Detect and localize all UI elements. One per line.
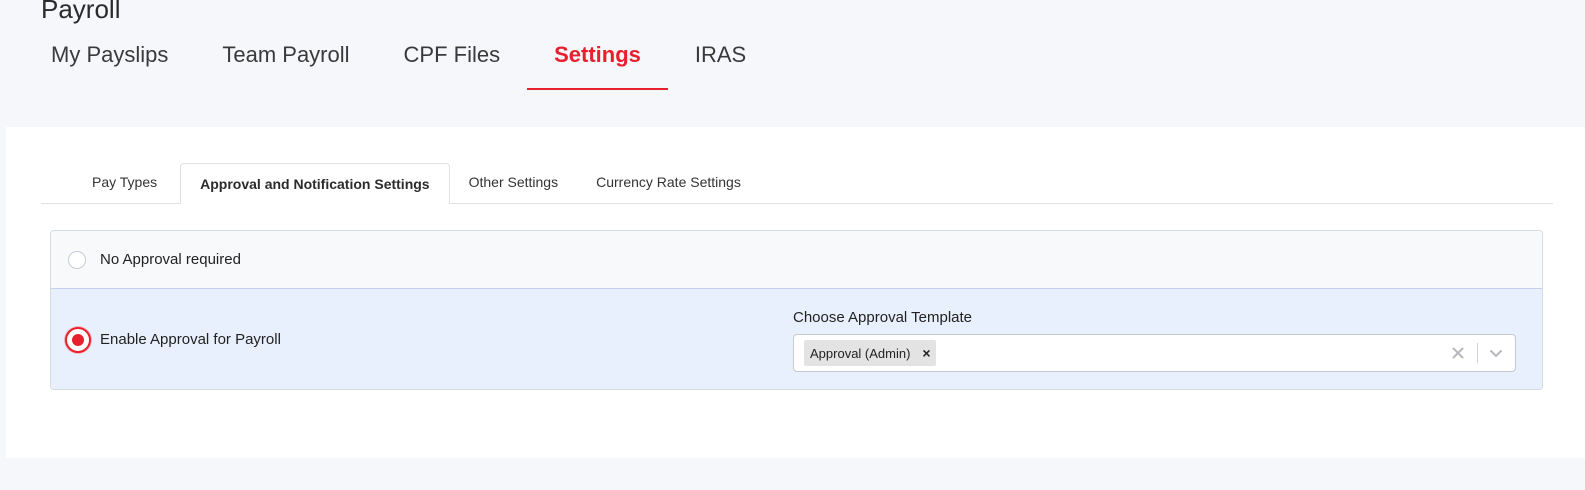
tab-settings[interactable]: Settings xyxy=(527,32,668,90)
option-enable-approval[interactable]: Enable Approval for Payroll Choose Appro… xyxy=(51,289,1542,389)
approval-template-select[interactable]: Approval (Admin) × xyxy=(793,334,1516,372)
sub-tab-pay-types[interactable]: Pay Types xyxy=(41,163,180,203)
tab-cpf-files[interactable]: CPF Files xyxy=(377,32,528,90)
tab-team-payroll[interactable]: Team Payroll xyxy=(195,32,376,90)
enable-approval-radio[interactable] xyxy=(65,327,91,353)
clear-selection-icon[interactable] xyxy=(1449,344,1467,362)
page-title: Payroll xyxy=(41,0,121,24)
main-tabs: My Payslips Team Payroll CPF Files Setti… xyxy=(24,32,773,90)
approval-options: No Approval required Enable Approval for… xyxy=(50,230,1543,390)
no-approval-radio[interactable] xyxy=(68,251,86,269)
sub-tab-approval-notification[interactable]: Approval and Notification Settings xyxy=(180,163,450,204)
tab-my-payslips[interactable]: My Payslips xyxy=(24,32,195,90)
enable-approval-label: Enable Approval for Payroll xyxy=(100,331,281,348)
select-separator xyxy=(1477,343,1478,363)
selected-template-chip-label: Approval (Admin) xyxy=(810,345,911,361)
chip-remove-icon[interactable]: × xyxy=(916,340,936,366)
approval-template-label: Choose Approval Template xyxy=(793,309,973,326)
selected-template-chip: Approval (Admin) × xyxy=(804,340,937,366)
sub-tab-currency-rate[interactable]: Currency Rate Settings xyxy=(577,163,760,203)
tab-iras[interactable]: IRAS xyxy=(668,32,773,90)
sub-tab-other-settings[interactable]: Other Settings xyxy=(450,163,578,203)
chevron-down-icon[interactable] xyxy=(1487,344,1505,362)
no-approval-label: No Approval required xyxy=(100,251,241,268)
option-no-approval[interactable]: No Approval required xyxy=(51,231,1542,289)
settings-sub-tabs: Pay Types Approval and Notification Sett… xyxy=(41,163,1553,204)
settings-card: Pay Types Approval and Notification Sett… xyxy=(6,127,1585,458)
